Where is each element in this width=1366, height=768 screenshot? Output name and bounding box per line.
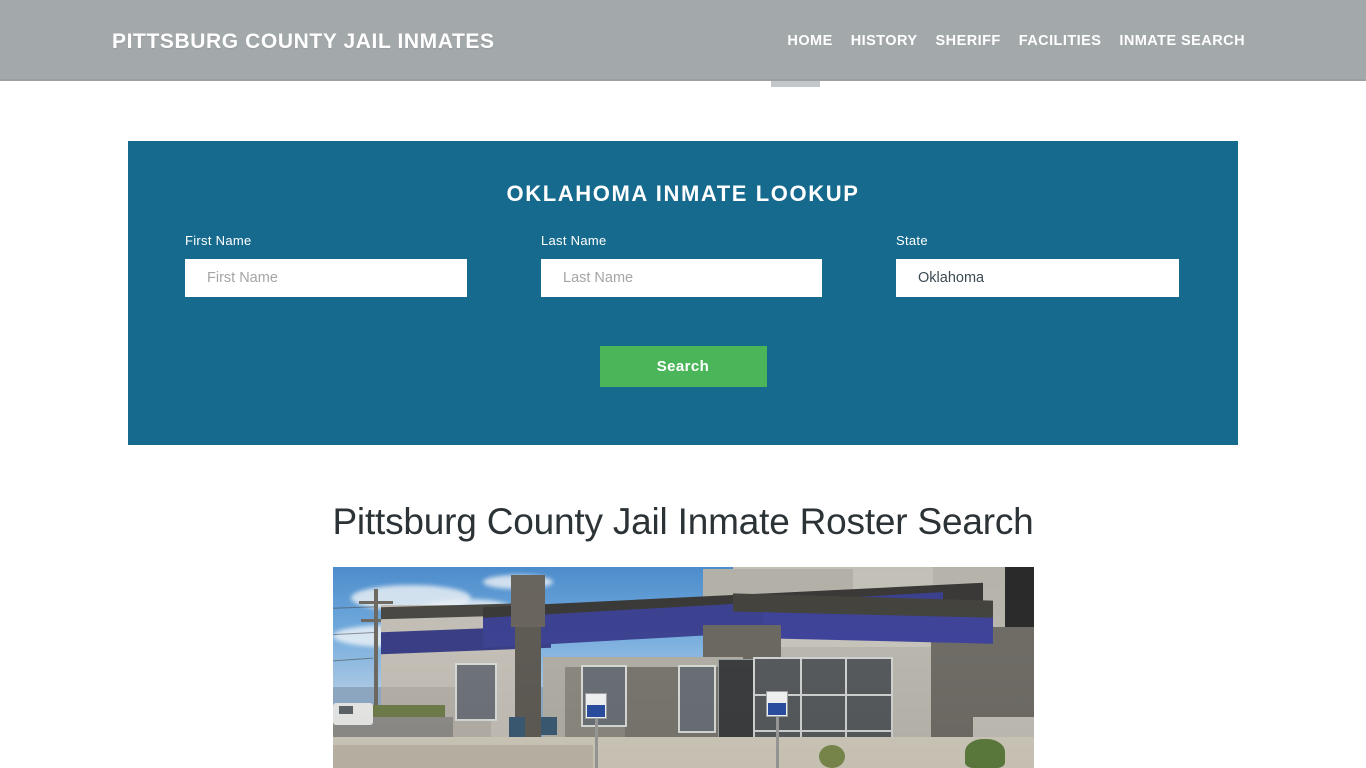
photo-accessible-sign bbox=[587, 705, 605, 717]
photo-bench bbox=[541, 717, 557, 735]
last-name-input[interactable] bbox=[541, 259, 822, 297]
inmate-lookup-panel: OKLAHOMA INMATE LOOKUP First Name Last N… bbox=[128, 141, 1238, 445]
photo-parked-truck bbox=[339, 706, 353, 714]
nav-item-sheriff[interactable]: SHERIFF bbox=[927, 33, 1010, 49]
nav-item-facilities[interactable]: FACILITIES bbox=[1010, 33, 1111, 49]
photo-pole-crossarm bbox=[359, 601, 393, 604]
photo-shrub bbox=[819, 745, 845, 768]
jail-facility-photo bbox=[333, 567, 1034, 768]
search-button-row: Search bbox=[128, 346, 1238, 387]
primary-navigation: HOME HISTORY SHERIFF FACILITIES INMATE S… bbox=[778, 33, 1254, 49]
photo-sidewalk bbox=[333, 745, 593, 768]
site-header: PITTSBURG COUNTY JAIL INMATES HOME HISTO… bbox=[0, 0, 1366, 81]
page-title: Pittsburg County Jail Inmate Roster Sear… bbox=[332, 501, 1034, 542]
nav-item-inmate-search[interactable]: INMATE SEARCH bbox=[1110, 33, 1254, 49]
first-name-field-group: First Name bbox=[185, 233, 467, 297]
photo-bench bbox=[509, 717, 525, 739]
photo-column bbox=[511, 575, 545, 627]
photo-window bbox=[455, 663, 497, 721]
active-nav-indicator bbox=[771, 81, 820, 87]
lookup-panel-title: OKLAHOMA INMATE LOOKUP bbox=[506, 181, 860, 206]
first-name-label: First Name bbox=[185, 233, 252, 248]
photo-accessible-sign bbox=[768, 703, 786, 715]
site-brand-logo[interactable]: PITTSBURG COUNTY JAIL INMATES bbox=[112, 30, 495, 54]
last-name-label: Last Name bbox=[541, 233, 607, 248]
photo-window bbox=[678, 665, 716, 733]
photo-shrub bbox=[965, 739, 1005, 768]
search-button[interactable]: Search bbox=[599, 346, 767, 387]
state-select[interactable]: Oklahoma bbox=[896, 259, 1179, 297]
lookup-form-fields: First Name Last Name State Oklahoma bbox=[128, 233, 1238, 323]
state-field-group: State Oklahoma bbox=[896, 233, 1179, 297]
last-name-field-group: Last Name bbox=[541, 233, 822, 297]
state-label: State bbox=[896, 233, 928, 248]
nav-item-home[interactable]: HOME bbox=[778, 33, 841, 49]
nav-item-history[interactable]: HISTORY bbox=[842, 33, 927, 49]
first-name-input[interactable] bbox=[185, 259, 467, 297]
